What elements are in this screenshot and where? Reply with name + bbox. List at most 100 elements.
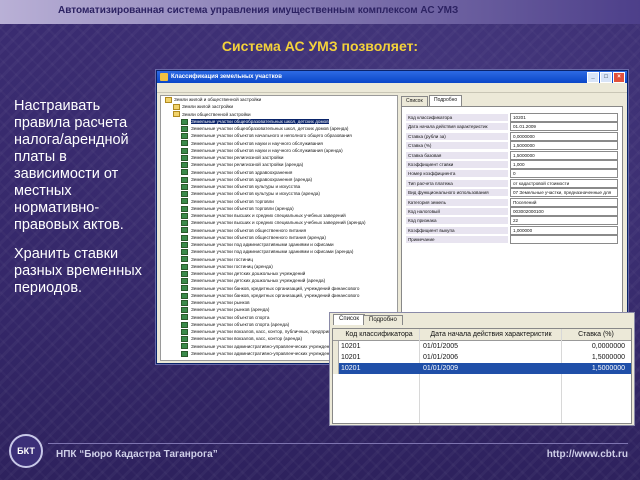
tree-node[interactable]: Земельные участки объектов науки и научн…: [161, 147, 397, 154]
parcel-icon: [181, 147, 188, 154]
paragraph-1: Настраивать правила расчета налога/аренд…: [14, 98, 129, 233]
minimize-button[interactable]: _: [587, 72, 599, 83]
window-title: Классификация земельных участков: [171, 74, 282, 80]
tree-node-label: Земельные участки объектов науки и научн…: [191, 140, 323, 146]
property-label: Ставка базовая: [406, 151, 508, 159]
parcel-icon: [181, 212, 188, 219]
tree-node[interactable]: Земельные участки общеобразовательных шк…: [161, 125, 397, 132]
tree-node-label: Земли общественной застройки: [182, 111, 251, 117]
tree-node[interactable]: Земельные участки детских дошкольных учр…: [161, 277, 397, 285]
property-label: Ставка (%): [406, 142, 508, 150]
tree-node[interactable]: Земельные участки объектов общественного…: [161, 234, 397, 241]
table-cell: 01/01/2006: [423, 354, 459, 361]
tree-node-label: Земельные участки вокзалов, касс, контор…: [191, 329, 351, 334]
rates-grid: Код классификатора Дата начала действия …: [332, 328, 632, 424]
property-value-field[interactable]: 22: [510, 216, 618, 226]
parcel-icon: [181, 256, 188, 263]
tree-node[interactable]: Земельные участки объектов культуры и ис…: [161, 190, 397, 198]
property-value-field[interactable]: 10201: [510, 113, 618, 122]
property-value-field[interactable]: 0,0000000: [510, 131, 618, 141]
tree-node[interactable]: Земельные участки под административными …: [161, 248, 397, 256]
property-value-field[interactable]: от кадастровой стоимости: [510, 178, 618, 188]
header-title: Автоматизированная система управления им…: [58, 5, 459, 16]
tree-node[interactable]: Земельные участки высших и средних специ…: [161, 212, 397, 219]
tab-list[interactable]: Список: [333, 314, 365, 325]
parcel-icon: [181, 133, 188, 140]
parcel-icon: [181, 278, 188, 285]
row-selector[interactable]: [333, 341, 339, 352]
row-selector[interactable]: [333, 363, 339, 374]
property-value-field[interactable]: 003002000100: [510, 207, 618, 216]
rates-window: Список Подробно Код классификатора Дата …: [329, 312, 635, 426]
table-row[interactable]: 10201 01/01/2006 1,5000000: [333, 352, 631, 363]
tree-node[interactable]: Земельные участки объектов здравоохранен…: [161, 169, 397, 176]
column-header[interactable]: Дата начала действия характеристик: [421, 329, 561, 340]
tree-node-label: Земельные участки объектов общественного…: [191, 227, 307, 233]
tree-node[interactable]: Земельные участки детских дошкольных учр…: [161, 270, 397, 277]
table-cell: 0,0000000: [591, 343, 625, 350]
tree-node[interactable]: Земельные участки рынков: [161, 299, 397, 306]
parcel-icon: [181, 183, 188, 190]
tree-node-label: Земельные участки объектов здравоохранен…: [191, 169, 293, 175]
property-row: Категория земель Поселений: [406, 197, 618, 207]
property-value-field[interactable]: 01.01.2009: [510, 122, 618, 132]
paragraph-2: Хранить ставки разных временных периодов…: [14, 246, 142, 296]
parcel-icon: [181, 350, 188, 357]
tree-node[interactable]: Земельные участки религиозной застройки: [161, 154, 397, 161]
tree-node-label: Земельные участки объектов науки и научн…: [191, 147, 343, 153]
tree-node[interactable]: Земельные участки объектов общественного…: [161, 227, 397, 234]
row-selector[interactable]: [333, 352, 339, 363]
parcel-icon: [181, 234, 188, 241]
tree-node[interactable]: Земельные участки объектов торговли (аре…: [161, 205, 397, 212]
slide-subtitle: Система АС УМЗ позволяет:: [221, 38, 419, 54]
tree-node[interactable]: Земельные участки религиозной застройки …: [161, 161, 397, 169]
close-button[interactable]: ×: [613, 72, 625, 83]
tree-node[interactable]: Земли жилой и общественной застройки: [161, 96, 397, 103]
tree-node[interactable]: Земельные участки объектов культуры и ис…: [161, 183, 397, 190]
tree-node[interactable]: Земельные участки объектов торговли: [161, 198, 397, 205]
column-header[interactable]: Ставка (%): [563, 329, 629, 340]
property-value-field[interactable]: 1,5000000: [510, 150, 618, 160]
tree-node[interactable]: Земельные участки банков, кредитных орга…: [161, 285, 397, 292]
tab-list[interactable]: Список: [401, 96, 428, 106]
parcel-icon: [181, 198, 188, 205]
window-titlebar[interactable]: Классификация земельных участков _ □ ×: [157, 71, 627, 83]
footer-url[interactable]: http://www.cbt.ru: [547, 449, 628, 460]
property-value-field[interactable]: 1,000: [510, 160, 618, 169]
tree-node[interactable]: Земельные участки гостиниц: [161, 256, 397, 263]
tree-node-label: Земельные участки объектов спорта (аренд…: [191, 321, 290, 327]
table-row[interactable]: 10201 01/01/2009 1,5000000: [333, 363, 631, 374]
window-toolbar: [157, 83, 627, 93]
tree-node[interactable]: Земельные участки гостиниц (аренда): [161, 263, 397, 270]
tree-node[interactable]: Земли общественной застройки: [161, 111, 397, 118]
parcel-icon: [181, 140, 188, 147]
property-value-field[interactable]: 0: [510, 169, 618, 179]
tree-node[interactable]: Земельные участки банков, кредитных орга…: [161, 292, 397, 299]
property-value-field[interactable]: [510, 235, 618, 245]
property-row: Ставка базовая 1,5000000: [406, 150, 618, 160]
tree-node[interactable]: Земельные участки объектов здравоохранен…: [161, 176, 397, 183]
maximize-button[interactable]: □: [600, 72, 612, 83]
tree-node-label: Земельные участки детских дошкольных учр…: [191, 271, 306, 276]
tree-node[interactable]: Земельные участки объектов науки и научн…: [161, 140, 397, 147]
tree-node[interactable]: Земельные участки общеобразовательных шк…: [161, 118, 397, 125]
tree-node[interactable]: Земельные участки объектов начального и …: [161, 132, 397, 140]
property-label: Код налоговый: [406, 208, 508, 215]
tab-details[interactable]: Подробно: [363, 315, 403, 325]
table-row[interactable]: 10201 01/01/2005 0,0000000: [333, 341, 631, 352]
tree-node-label: Земельные участки объектов культуры и ис…: [191, 191, 320, 197]
parcel-icon: [181, 285, 188, 292]
property-value-field[interactable]: 1,5000000: [510, 141, 618, 151]
tree-node[interactable]: Земли жилой застройки: [161, 103, 397, 111]
tree-node[interactable]: Земельные участки высших и средних специ…: [161, 219, 397, 227]
footer-company: НПК “Бюро Кадастра Таганрога”: [56, 449, 218, 460]
property-value-field[interactable]: 07 Земельные участки, предназначенные дл…: [510, 188, 618, 198]
tree-node-label: Земельные участки религиозной застройки …: [191, 162, 304, 168]
tab-details[interactable]: Подробно: [429, 95, 463, 106]
property-value-field[interactable]: Поселений: [510, 197, 618, 207]
property-value-field[interactable]: 1,000000: [510, 225, 618, 235]
column-header[interactable]: Код классификатора: [339, 329, 419, 340]
property-label: Тип расчета платежа: [406, 179, 508, 187]
tree-node[interactable]: Земельные участки под административными …: [161, 241, 397, 248]
table-cell: 10201: [341, 354, 361, 361]
